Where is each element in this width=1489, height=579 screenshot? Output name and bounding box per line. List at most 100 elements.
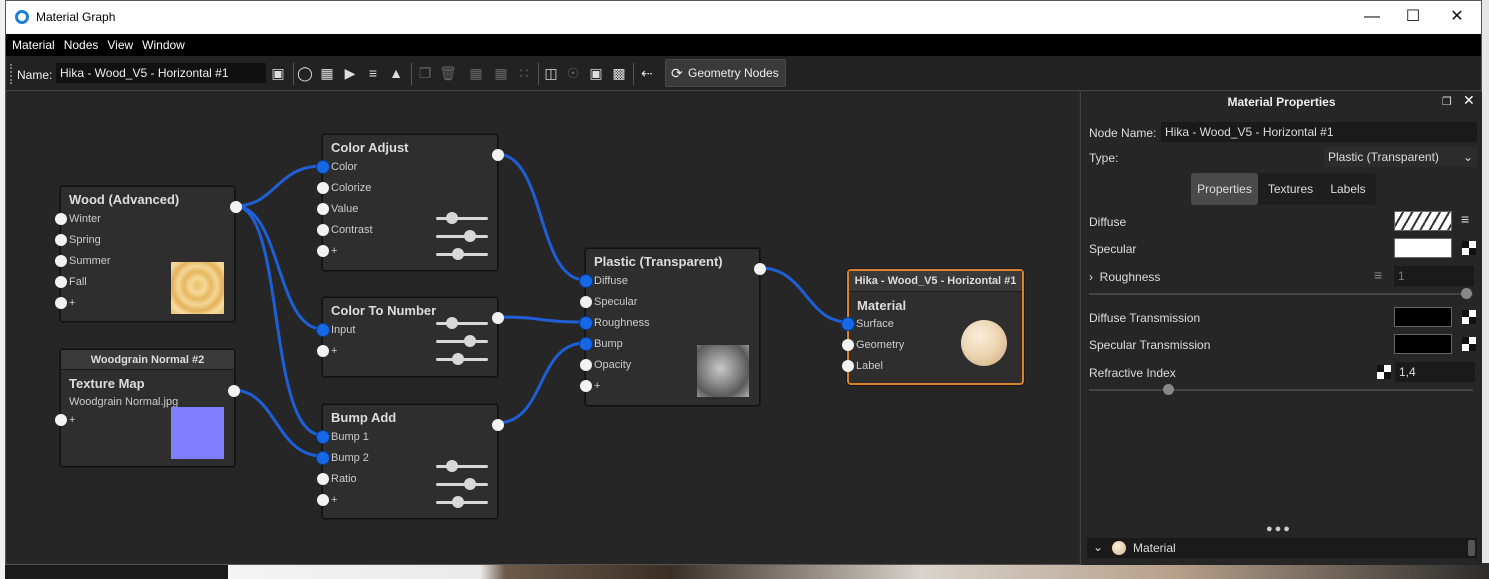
menu-nodes[interactable]: Nodes: [61, 34, 102, 56]
menu-window[interactable]: Window: [139, 34, 188, 56]
tab-textures[interactable]: Textures: [1260, 173, 1321, 205]
checker-icon[interactable]: ▦: [318, 64, 336, 82]
roughness-slider-handle[interactable]: [1461, 288, 1472, 299]
fit-view-icon[interactable]: ▣: [587, 64, 605, 82]
roughness-label: Roughness: [1099, 270, 1161, 284]
diffuse-texture-swatch[interactable]: [1394, 211, 1452, 231]
maximize-button[interactable]: ☐: [1403, 7, 1423, 27]
close-button[interactable]: ✕: [1447, 7, 1467, 27]
port-label: Bump: [594, 338, 623, 350]
wire: [234, 164, 323, 208]
wire: [232, 388, 323, 458]
undock-icon[interactable]: ❐: [1442, 95, 1452, 108]
chevron-down-icon[interactable]: ⌄: [1093, 540, 1103, 554]
node-group-icon[interactable]: ∷: [515, 64, 533, 82]
color-to-number-node[interactable]: Color To Number Input +: [317, 297, 504, 377]
bump-add-node[interactable]: Bump Add Bump 1 Bump 2 Ratio +: [317, 404, 504, 519]
toolbar-grip[interactable]: [10, 64, 12, 84]
texture-settings-icon[interactable]: ≡: [1461, 211, 1469, 227]
output-port[interactable]: [492, 419, 504, 431]
color-adjust-node[interactable]: Color Adjust Color Colorize Value Contra…: [317, 134, 504, 271]
refractive-index-input[interactable]: 1,4: [1395, 362, 1475, 382]
specular-color-swatch[interactable]: [1394, 238, 1452, 258]
menu-material[interactable]: Material: [9, 34, 58, 56]
material-sphere-icon: [1112, 541, 1126, 555]
plastic-transparent-node[interactable]: Plastic (Transparent) Diffuse Specular R…: [580, 248, 766, 406]
tab-labels[interactable]: Labels: [1322, 173, 1374, 205]
settings-sliders-icon[interactable]: ≡: [364, 64, 382, 82]
split-arrow-icon[interactable]: ⇠: [638, 64, 656, 82]
diffuse-transmission-swatch[interactable]: [1394, 307, 1452, 327]
type-select[interactable]: Plastic (Transparent) ⌄: [1324, 147, 1477, 167]
name-input[interactable]: Hika - Wood_V5 - Horizontal #1: [56, 63, 266, 83]
layout-icon[interactable]: ◫: [542, 64, 560, 82]
port-label: Summer: [69, 255, 111, 267]
port-label: Opacity: [594, 359, 632, 371]
copy-icon[interactable]: ❐: [416, 64, 434, 82]
panel-title: Material Properties: [1227, 95, 1336, 109]
plastic-preview-thumbnail: [697, 345, 749, 397]
checker-texture-icon[interactable]: [1462, 337, 1476, 351]
output-port[interactable]: [492, 312, 504, 324]
specular-transmission-label: Specular Transmission: [1089, 338, 1211, 352]
output-port[interactable]: [754, 263, 766, 275]
minimize-button[interactable]: —: [1362, 7, 1382, 27]
name-label: Name:: [17, 68, 53, 82]
port-label: +: [331, 245, 338, 257]
checker-texture-icon[interactable]: [1462, 310, 1476, 324]
output-port[interactable]: [230, 201, 242, 213]
node-title: Plastic (Transparent): [594, 254, 723, 269]
sphere-preview-icon[interactable]: ◯: [296, 64, 314, 82]
node-header: Woodgrain Normal #2: [61, 350, 234, 370]
target-icon[interactable]: ☉: [564, 64, 582, 82]
texture-settings-icon[interactable]: ≡: [1374, 267, 1382, 283]
material-output-node[interactable]: Hika - Wood_V5 - Horizontal #1 Material …: [842, 269, 1024, 385]
roughness-slider-track[interactable]: [1089, 293, 1473, 295]
node-title: Wood (Advanced): [69, 192, 180, 207]
tab-properties[interactable]: Properties: [1191, 173, 1258, 205]
roughness-input[interactable]: 1: [1394, 266, 1474, 286]
wood-advanced-node[interactable]: Wood (Advanced) Winter Spring Summer Fal…: [55, 186, 242, 322]
output-port[interactable]: [228, 385, 240, 397]
roughness-expander[interactable]: › Roughness: [1089, 270, 1160, 284]
type-label: Type:: [1089, 151, 1119, 165]
geometry-nodes-button[interactable]: ⟳ Geometry Nodes: [665, 59, 786, 87]
node-add-icon[interactable]: ▦: [467, 64, 485, 82]
zoom-100-icon[interactable]: ▩: [610, 64, 628, 82]
node-graph-canvas[interactable]: Wood (Advanced) Winter Spring Summer Fal…: [6, 92, 1078, 564]
paint-bucket-icon[interactable]: ▲: [387, 64, 405, 82]
checker-texture-icon[interactable]: [1377, 365, 1391, 379]
scroll-handle[interactable]: [1468, 540, 1475, 556]
wire: [234, 204, 323, 437]
port-label: Spring: [69, 234, 101, 246]
refractive-index-label: Refractive Index: [1089, 366, 1176, 380]
specular-transmission-swatch[interactable]: [1394, 334, 1452, 354]
sliders-icon: [436, 212, 488, 265]
refractive-slider-track[interactable]: [1089, 389, 1473, 391]
specular-label: Specular: [1089, 242, 1137, 256]
refractive-slider-handle[interactable]: [1163, 384, 1174, 395]
wood-preview-thumbnail: [171, 262, 224, 314]
property-tabs: Properties Textures Labels: [1191, 173, 1376, 205]
toolbar-separator: [411, 63, 412, 85]
play-icon[interactable]: ▶: [341, 64, 359, 82]
chevron-down-icon: ⌄: [1462, 150, 1473, 164]
background-right: [1482, 0, 1489, 579]
material-preview-bar[interactable]: ⌄ Material: [1087, 538, 1477, 558]
panel-close-icon[interactable]: ✕: [1463, 92, 1475, 109]
port-label: Input: [331, 324, 356, 336]
output-port[interactable]: [492, 149, 504, 161]
more-dots-icon[interactable]: ●●●: [1266, 523, 1292, 535]
menu-view[interactable]: View: [104, 34, 136, 56]
checker-texture-icon[interactable]: [1462, 241, 1476, 255]
sliders-icon: [436, 460, 488, 513]
menu-bar: Material Nodes View Window: [6, 34, 1481, 56]
port-label: +: [331, 345, 338, 357]
node-name-input[interactable]: Hika - Wood_V5 - Horizontal #1: [1161, 122, 1477, 142]
port-label: Surface: [856, 318, 894, 330]
texture-map-node[interactable]: Woodgrain Normal #2 Texture Map Woodgrai…: [55, 349, 240, 467]
trash-icon[interactable]: 🗑: [439, 64, 457, 82]
port-label: Contrast: [331, 224, 373, 236]
node-remove-icon[interactable]: ▦: [492, 64, 510, 82]
save-icon[interactable]: ▣: [269, 64, 287, 82]
